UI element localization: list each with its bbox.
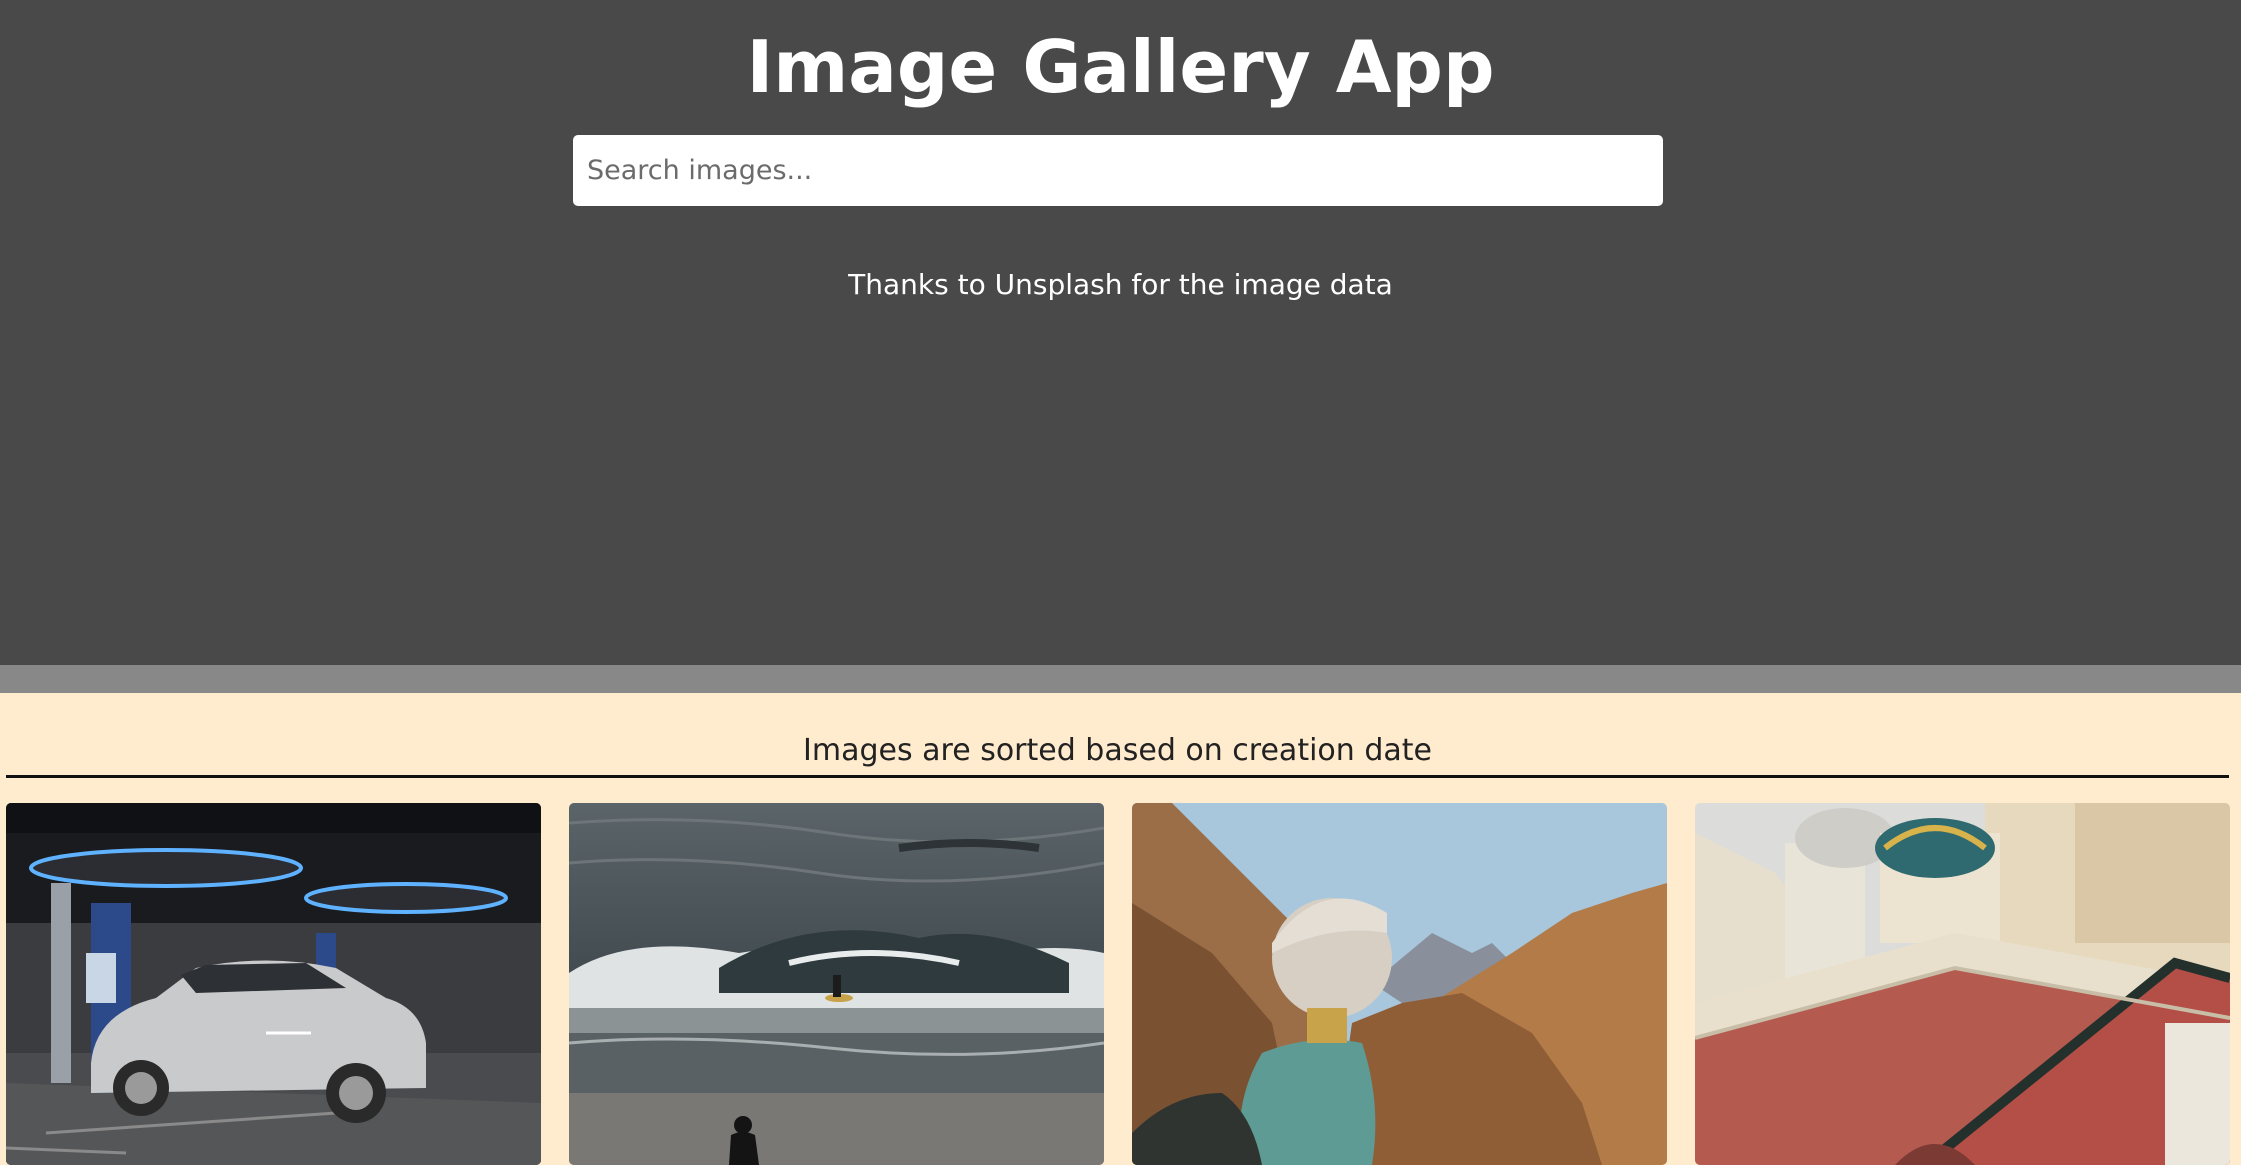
image-card-car[interactable] bbox=[6, 803, 541, 1165]
image-card-hiker[interactable] bbox=[1132, 803, 1667, 1165]
image-grid bbox=[6, 803, 2235, 1165]
credit-text: Thanks to Unsplash for the image data bbox=[848, 268, 1393, 301]
app-title: Image Gallery App bbox=[746, 25, 1495, 109]
surf-image bbox=[569, 803, 1104, 1165]
car-image bbox=[6, 803, 541, 1165]
app-header: Image Gallery App Thanks to Unsplash for… bbox=[0, 0, 2241, 665]
church-image bbox=[1695, 803, 2230, 1165]
image-card-church[interactable] bbox=[1695, 803, 2230, 1165]
image-card-surf[interactable] bbox=[569, 803, 1104, 1165]
search-input[interactable] bbox=[573, 135, 1663, 206]
hiker-image bbox=[1132, 803, 1667, 1165]
sort-note: Images are sorted based on creation date bbox=[6, 729, 2229, 778]
header-divider bbox=[0, 665, 2241, 693]
gallery-section: Images are sorted based on creation date bbox=[0, 693, 2241, 1165]
